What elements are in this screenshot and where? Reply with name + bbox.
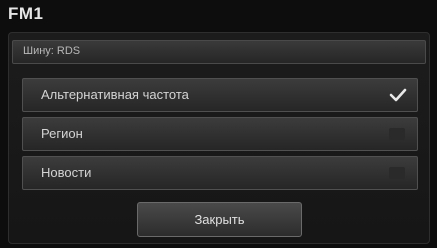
fm-settings-screen: FM1 Шину: RDS Альтернативная частота Рег… (0, 0, 437, 248)
option-label: Регион (41, 126, 83, 141)
option-region[interactable]: Регион (22, 117, 418, 151)
option-label: Новости (41, 165, 92, 180)
page-title: FM1 (8, 4, 44, 23)
option-label: Альтернативная частота (41, 87, 189, 102)
checkbox-empty-icon (389, 128, 405, 140)
option-news[interactable]: Новости (22, 156, 418, 190)
close-button-label: Закрыть (194, 212, 245, 227)
checkbox-empty-icon (389, 167, 405, 179)
checkmark-icon (389, 86, 407, 104)
panel-subheader: Шину: RDS (12, 40, 426, 64)
subheader-label: Шину: RDS (23, 45, 81, 57)
option-alternative-frequency[interactable]: Альтернативная частота (22, 78, 418, 112)
close-button[interactable]: Закрыть (137, 202, 302, 237)
